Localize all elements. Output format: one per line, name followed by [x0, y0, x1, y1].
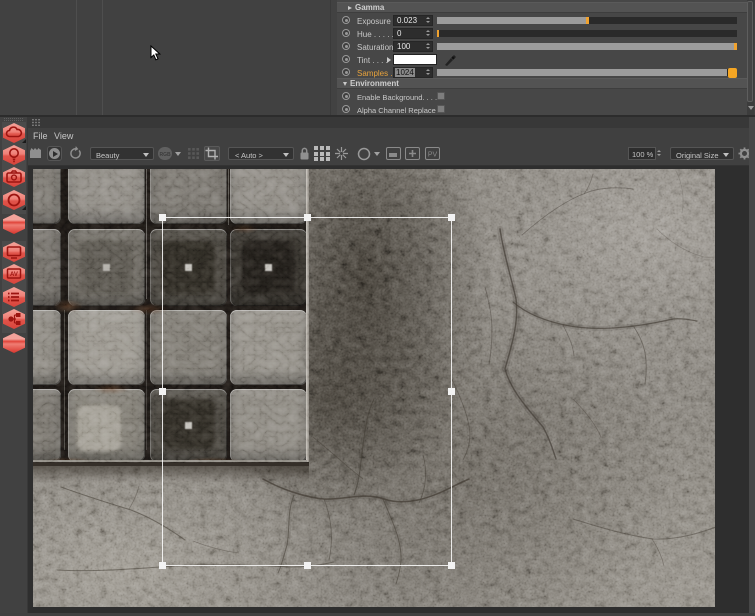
svg-text:PV: PV	[428, 152, 438, 159]
svg-text:AV: AV	[10, 272, 18, 278]
